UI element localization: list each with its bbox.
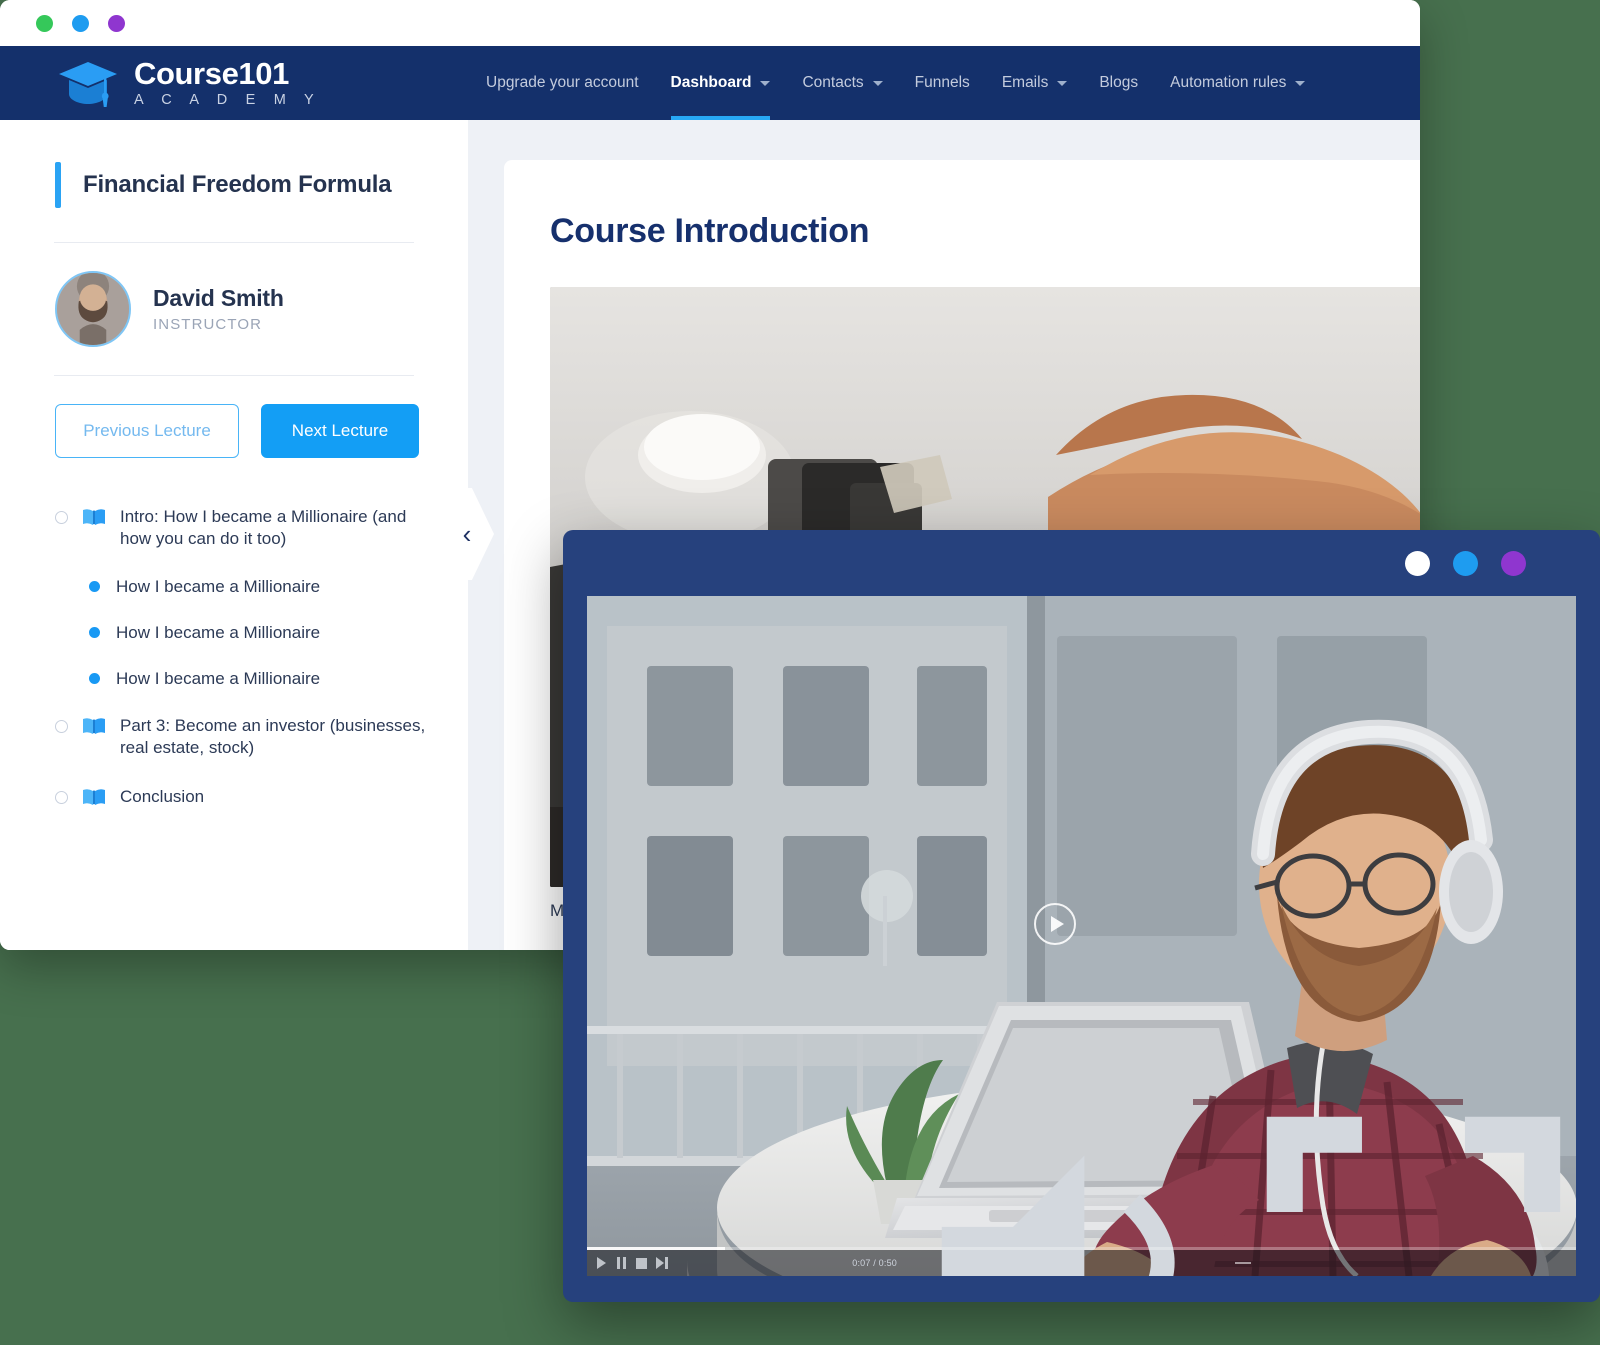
- play-button-icon[interactable]: [1034, 903, 1076, 945]
- video-time-display: 0:07 / 0:50: [852, 1258, 898, 1268]
- lecture-section-part3[interactable]: Part 3: Become an investor (businesses, …: [55, 715, 428, 760]
- play-icon[interactable]: [595, 1257, 608, 1270]
- video-progress-fill: [587, 1247, 726, 1250]
- lecture-item-2[interactable]: How I became a Millionaire: [89, 623, 428, 643]
- video-controls-bar: 0:07 / 0:50: [587, 1116, 1576, 1276]
- nav-label: Funnels: [914, 74, 970, 91]
- nav-item-contacts[interactable]: Contacts: [786, 46, 898, 120]
- window-dot-purple[interactable]: [108, 14, 125, 32]
- graduation-cap-icon: [59, 62, 117, 107]
- lecture-label: How I became a Millionaire: [116, 576, 321, 596]
- lecture-label: Part 3: Become an investor (businesses, …: [120, 715, 426, 758]
- completion-circle-icon: [55, 511, 68, 524]
- book-icon: [83, 788, 105, 805]
- chevron-down-icon: [872, 80, 883, 86]
- course-title-row: Financial Freedom Formula: [0, 120, 468, 242]
- nav-label: Contacts: [802, 74, 864, 91]
- video-progress-bar[interactable]: [587, 1247, 1576, 1250]
- chevron-down-icon: [1057, 80, 1068, 86]
- instructor-role: INSTRUCTOR: [153, 316, 263, 333]
- completion-circle-icon: [55, 790, 68, 804]
- window-titlebar: [0, 0, 1420, 46]
- brand-name: Course101: [134, 56, 289, 92]
- lecture-item-3[interactable]: How I became a Millionaire: [89, 669, 428, 689]
- previous-lecture-button[interactable]: Previous Lecture: [55, 404, 239, 458]
- title-accent-bar: [55, 162, 61, 208]
- lecture-label: Intro: How I became a Millionaire (and h…: [120, 507, 407, 549]
- instructor-block: David Smith INSTRUCTOR: [0, 243, 468, 375]
- nav-item-automation[interactable]: Automation rules: [1154, 46, 1321, 120]
- nav-item-funnels[interactable]: Funnels: [899, 46, 986, 120]
- course-title: Financial Freedom Formula: [83, 171, 392, 198]
- video-window-dot-purple[interactable]: [1501, 550, 1526, 576]
- bullet-icon: [89, 673, 100, 685]
- page-title: Course Introduction: [550, 212, 870, 250]
- book-icon: [83, 718, 105, 734]
- video-right-controls: [918, 1109, 1568, 1276]
- course-sidebar: Financial Freedom Formula David Smith IN…: [0, 120, 494, 950]
- screen: Course101 A C A D E M Y Upgrade your acc…: [0, 0, 1600, 1345]
- completion-circle-icon: [55, 719, 68, 733]
- lecture-section-conclusion[interactable]: Conclusion: [55, 786, 428, 808]
- nav-label: Automation rules: [1170, 74, 1287, 91]
- stop-icon[interactable]: [635, 1257, 648, 1270]
- fullscreen-icon[interactable]: [1259, 1109, 1568, 1276]
- lecture-item-1[interactable]: How I became a Millionaire: [89, 577, 428, 597]
- instructor-name: David Smith: [153, 285, 284, 311]
- pause-icon[interactable]: [615, 1257, 628, 1270]
- nav-item-emails[interactable]: Emails: [986, 46, 1084, 120]
- next-lecture-button[interactable]: Next Lecture: [261, 404, 419, 458]
- brand-logo[interactable]: Course101 A C A D E M Y: [0, 57, 470, 109]
- nav-label: Dashboard: [670, 74, 752, 91]
- video-window-dot-white[interactable]: [1405, 550, 1430, 576]
- avatar: [55, 271, 131, 347]
- lecture-label: How I became a Millionaire: [116, 622, 321, 642]
- avatar-photo: [57, 273, 129, 345]
- video-player-window: 0:07 / 0:50: [563, 530, 1600, 1302]
- top-navigation-bar: Course101 A C A D E M Y Upgrade your acc…: [0, 46, 1420, 120]
- lecture-list: Intro: How I became a Millionaire (and h…: [0, 458, 468, 808]
- chevron-down-icon: [1295, 80, 1306, 86]
- lecture-label: How I became a Millionaire: [116, 668, 321, 688]
- chevron-left-icon: ‹: [462, 519, 472, 549]
- play-triangle-icon: [1050, 916, 1064, 932]
- chevron-down-icon: [760, 80, 771, 86]
- book-icon: [83, 509, 105, 525]
- nav-item-blogs[interactable]: Blogs: [1083, 46, 1154, 120]
- brand-subtitle: A C A D E M Y: [134, 92, 321, 109]
- nav-item-upgrade[interactable]: Upgrade your account: [470, 46, 655, 120]
- nav-label: Blogs: [1099, 74, 1139, 91]
- nav-label: Upgrade your account: [486, 74, 639, 91]
- window-dot-green[interactable]: [36, 14, 53, 32]
- video-window-dot-blue[interactable]: [1453, 550, 1478, 576]
- nav-label: Emails: [1001, 74, 1049, 91]
- next-track-icon[interactable]: [655, 1257, 668, 1270]
- bullet-icon: [89, 581, 100, 593]
- window-dot-blue[interactable]: [72, 14, 89, 32]
- lecture-label: Conclusion: [120, 786, 205, 806]
- lecture-section-intro[interactable]: Intro: How I became a Millionaire (and h…: [55, 506, 428, 551]
- bullet-icon: [89, 627, 100, 639]
- nav-item-dashboard[interactable]: Dashboard: [655, 46, 787, 120]
- volume-icon[interactable]: [918, 1120, 1227, 1276]
- volume-slider[interactable]: [1234, 1262, 1252, 1264]
- video-window-titlebar: [563, 530, 1600, 596]
- video-frame[interactable]: 0:07 / 0:50: [587, 596, 1576, 1276]
- lecture-navigation-buttons: Previous Lecture Next Lecture: [0, 376, 468, 458]
- nav-items: Upgrade your account Dashboard Contacts …: [470, 46, 1321, 120]
